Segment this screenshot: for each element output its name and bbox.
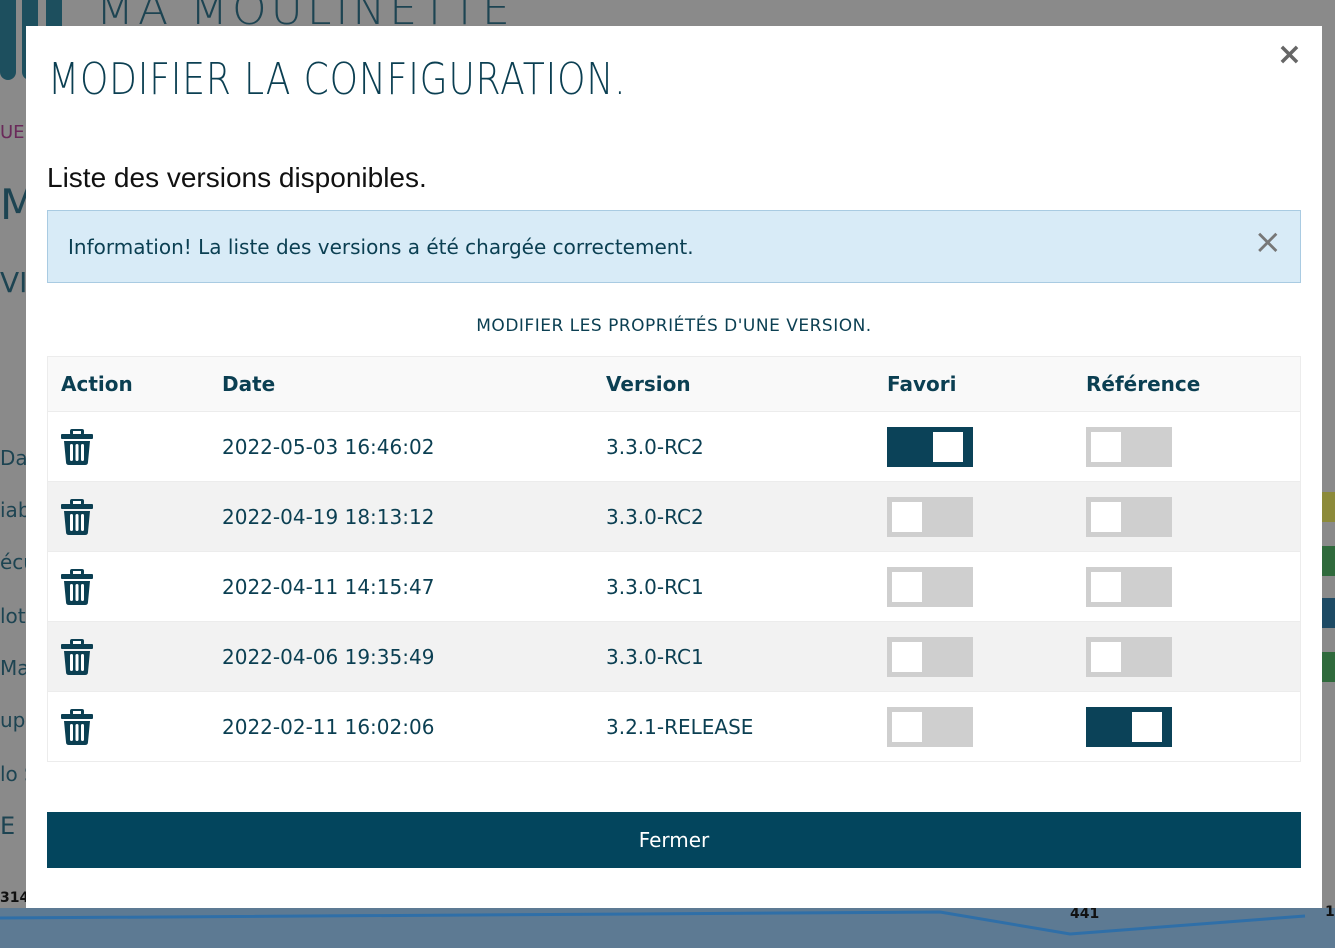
row-date: 2022-02-11 16:02:06 <box>222 714 435 739</box>
trash-icon[interactable] <box>61 498 93 535</box>
row-version: 3.3.0-RC2 <box>606 434 704 459</box>
versions-table: Action Date Version Favori Référence 202… <box>47 356 1301 762</box>
toggle-knob <box>933 431 963 462</box>
row-version: 3.3.0-RC1 <box>606 574 704 599</box>
toggle-knob <box>1091 571 1121 602</box>
reference-toggle[interactable] <box>1086 706 1172 747</box>
favori-toggle[interactable] <box>887 706 973 747</box>
alert-strong: Information! <box>68 235 192 259</box>
reference-toggle[interactable] <box>1086 566 1172 607</box>
toggle-knob <box>1091 641 1121 672</box>
alert-message: Information! La liste des versions a été… <box>68 235 694 259</box>
modal-close-icon[interactable]: × <box>1277 40 1302 70</box>
alert-close-icon[interactable]: × <box>1254 225 1283 259</box>
reference-toggle[interactable] <box>1086 496 1172 537</box>
header-favori: Favori <box>887 372 957 396</box>
background-fragment: VI <box>0 266 28 299</box>
toggle-knob <box>1091 431 1121 462</box>
toggle-knob <box>1091 501 1121 532</box>
favori-toggle[interactable] <box>887 636 973 677</box>
info-alert: Information! La liste des versions a été… <box>47 210 1301 283</box>
row-version: 3.2.1-RELEASE <box>606 714 754 739</box>
toggle-knob <box>892 711 922 742</box>
modal-title: MODIFIER LA CONFIGURATION. <box>48 54 627 105</box>
trash-icon[interactable] <box>61 568 93 605</box>
favori-toggle[interactable] <box>887 496 973 537</box>
header-version: Version <box>606 372 691 396</box>
favori-toggle[interactable] <box>887 426 973 467</box>
configuration-modal: MODIFIER LA CONFIGURATION. × Liste des v… <box>26 26 1322 908</box>
header-reference: Référence <box>1086 372 1201 396</box>
table-caption: Modifier les propriétés d'une version. <box>476 316 872 336</box>
table-row: 2022-02-11 16:02:06 3.2.1-RELEASE <box>48 691 1300 761</box>
row-date: 2022-04-19 18:13:12 <box>222 504 435 529</box>
background-chart-label: 314 <box>0 890 30 906</box>
toggle-knob <box>892 571 922 602</box>
toggle-knob <box>892 501 922 532</box>
table-header-row: Action Date Version Favori Référence <box>48 357 1300 411</box>
reference-toggle[interactable] <box>1086 636 1172 677</box>
table-row: 2022-04-19 18:13:12 3.3.0-RC2 <box>48 481 1300 551</box>
header-date: Date <box>222 372 276 396</box>
trash-icon[interactable] <box>61 638 93 675</box>
row-version: 3.3.0-RC1 <box>606 644 704 669</box>
row-date: 2022-05-03 16:46:02 <box>222 434 435 459</box>
trash-icon[interactable] <box>61 428 93 465</box>
background-fragment: E <box>0 812 16 840</box>
table-row: 2022-05-03 16:46:02 3.3.0-RC2 <box>48 411 1300 481</box>
row-date: 2022-04-06 19:35:49 <box>222 644 435 669</box>
row-version: 3.3.0-RC2 <box>606 504 704 529</box>
table-body: 2022-05-03 16:46:02 3.3.0-RC2 2022-04-19… <box>48 411 1300 761</box>
table-row: 2022-04-06 19:35:49 3.3.0-RC1 <box>48 621 1300 691</box>
reference-toggle[interactable] <box>1086 426 1172 467</box>
favori-toggle[interactable] <box>887 566 973 607</box>
background-chart-label: 1 <box>1325 904 1335 920</box>
alert-text: La liste des versions a été chargée corr… <box>198 235 694 259</box>
header-action: Action <box>61 372 133 396</box>
background-chart <box>0 908 1335 948</box>
toggle-knob <box>892 641 922 672</box>
trash-icon[interactable] <box>61 708 93 745</box>
toggle-knob <box>1132 711 1162 742</box>
row-date: 2022-04-11 14:15:47 <box>222 574 435 599</box>
background-chart-label: 441 <box>1070 906 1100 922</box>
close-button[interactable]: Fermer <box>47 812 1301 868</box>
table-row: 2022-04-11 14:15:47 3.3.0-RC1 <box>48 551 1300 621</box>
section-title: Liste des versions disponibles. <box>47 162 427 193</box>
